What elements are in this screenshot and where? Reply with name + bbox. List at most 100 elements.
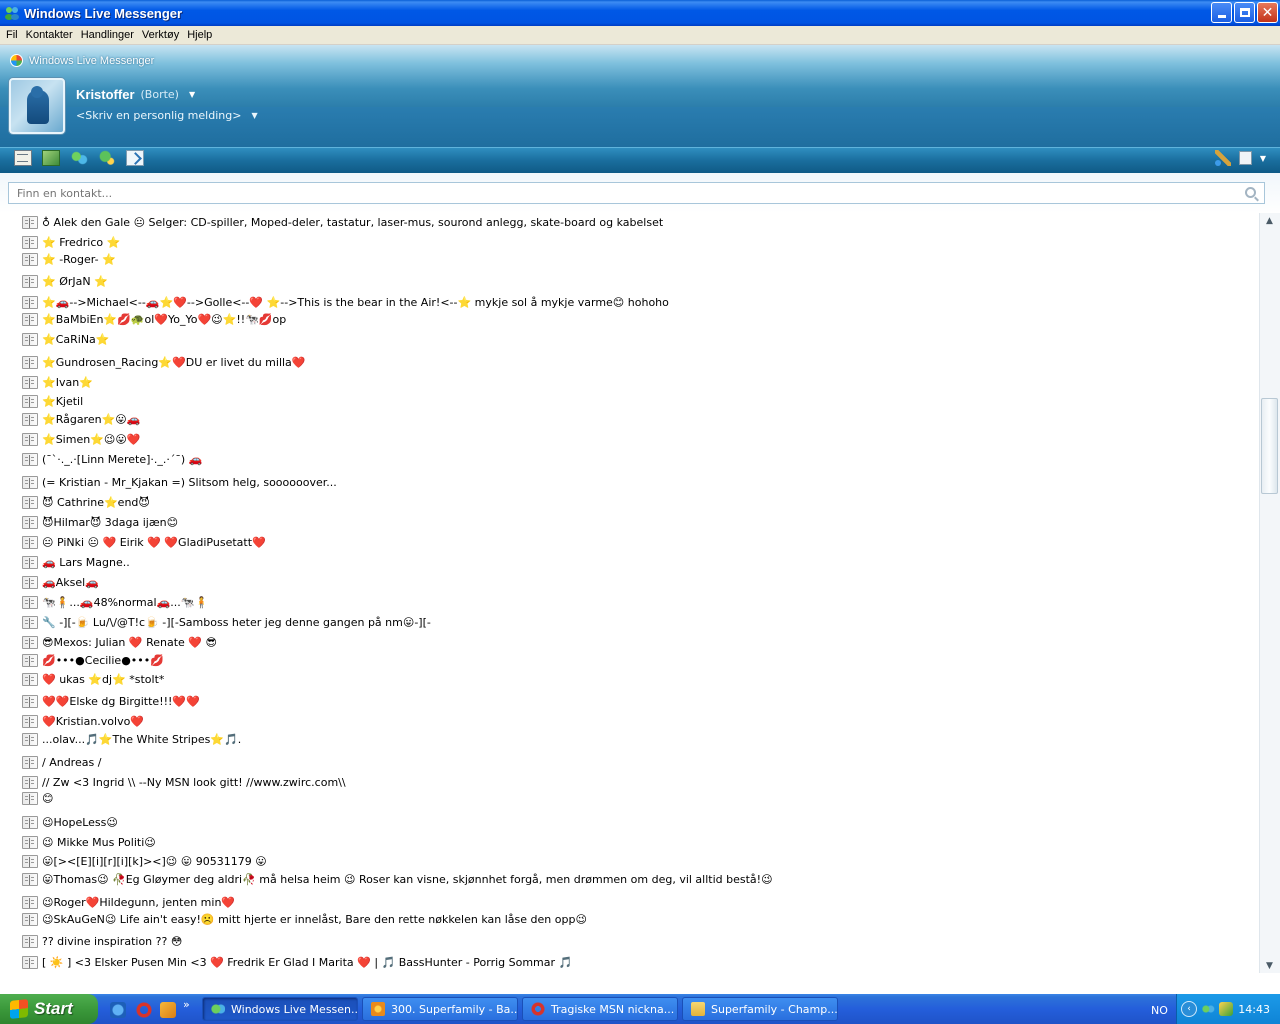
- mail-icon[interactable]: [14, 150, 32, 166]
- contact-name: (= Kristian - Mr_Kjakan =) Slitsom helg,…: [42, 476, 337, 489]
- close-button[interactable]: ✕: [1257, 2, 1278, 23]
- add-contact-icon[interactable]: [70, 150, 88, 166]
- menu-contacts[interactable]: Kontakter: [22, 29, 77, 41]
- contact-row[interactable]: 😛[><[E][i][r][i][k]><]😉 😛 90531179 😛: [22, 853, 267, 870]
- contact-row[interactable]: 😉 Mikke Mus Politi😉: [22, 834, 156, 851]
- contact-name: ❤️ ukas ⭐dj⭐ *stolt*: [42, 673, 165, 686]
- contact-row[interactable]: ❤️❤️Elske dg Birgitte!!!❤️❤️: [22, 693, 200, 710]
- contact-row[interactable]: 😉SkAuGeN😉 Life ain't easy!☹️ mitt hjerte…: [22, 911, 587, 928]
- contact-name: ⭐Ivan⭐: [42, 376, 93, 389]
- contact-status-icon: [22, 816, 38, 829]
- contact-row[interactable]: // Zw <3 Ingrid \\ --Ny MSN look gitt! /…: [22, 774, 346, 791]
- messenger-tray-icon[interactable]: [1201, 1002, 1215, 1016]
- contact-status-icon: [22, 836, 38, 849]
- games-icon[interactable]: [98, 150, 116, 166]
- contact-row[interactable]: ⭐🚗-->Michael<--🚗⭐❤️-->Golle<--❤️ ⭐-->Thi…: [22, 294, 669, 311]
- contact-row[interactable]: ⭐ ØrJaN ⭐: [22, 273, 108, 290]
- contact-row[interactable]: 🔧 -][-🍺 Lu/\/@T!c🍺 -][-Samboss heter jeg…: [22, 614, 431, 631]
- volume-tray-icon[interactable]: [1219, 1002, 1233, 1016]
- contact-status-icon: [22, 236, 38, 249]
- title-bar[interactable]: Windows Live Messenger ✕: [0, 0, 1280, 26]
- contact-row[interactable]: ❤️ ukas ⭐dj⭐ *stolt*: [22, 671, 164, 688]
- contact-row[interactable]: (= Kristian - Mr_Kjakan =) Slitsom helg,…: [22, 474, 337, 491]
- contact-row[interactable]: 😈 Cathrine⭐end😈: [22, 494, 150, 511]
- task-folder[interactable]: Superfamily - Champ...: [682, 997, 838, 1021]
- search-input[interactable]: [8, 182, 1265, 204]
- contact-row[interactable]: 😉HopeLess😉: [22, 814, 118, 831]
- search-icon[interactable]: [1245, 187, 1256, 198]
- contact-status-icon: [22, 596, 38, 609]
- contact-status-icon: [22, 476, 38, 489]
- contact-row[interactable]: ♁ Alek den Gale 😐 Selger: CD-spiller, Mo…: [22, 214, 663, 231]
- contact-row[interactable]: ⭐ -Roger- ⭐: [22, 251, 116, 268]
- user-name: Kristoffer: [76, 87, 135, 102]
- contact-row[interactable]: ❤️Kristian.volvo❤️: [22, 713, 144, 730]
- start-button[interactable]: Start: [0, 994, 98, 1024]
- main-menu-dropdown-icon[interactable]: ▼: [1260, 154, 1266, 163]
- customize-icon[interactable]: [1214, 150, 1231, 166]
- brand: Windows Live Messenger: [10, 54, 154, 67]
- main-menu-icon[interactable]: [1238, 151, 1252, 165]
- contact-row[interactable]: ⭐ Fredrico ⭐: [22, 234, 120, 251]
- contact-row[interactable]: 🚗Aksel🚗: [22, 574, 99, 591]
- contact-row[interactable]: 💋•••●Cecilie●•••💋: [22, 652, 164, 669]
- photos-icon[interactable]: [42, 150, 60, 166]
- contact-row[interactable]: 😎Mexos: Julian ❤️ Renate ❤️ 😎: [22, 634, 217, 651]
- contact-name: 😉HopeLess😉: [42, 816, 118, 829]
- toolbar-right: ▼: [1214, 150, 1266, 166]
- scrollbar[interactable]: [1259, 213, 1280, 973]
- contact-name: 😉Roger❤️Hildegunn, jenten min❤️: [42, 896, 236, 909]
- contact-name: [ ☀️ ] <3 Elsker Pusen Min <3 ❤️ Fredrik…: [42, 956, 573, 969]
- contact-row[interactable]: 🐄🧍...🚗48%normal🚗...🐄🧍: [22, 594, 208, 611]
- scroll-down-icon[interactable]: ▼: [1262, 960, 1277, 972]
- contact-row[interactable]: (¯`·._.·[Linn Merete]·._.·´¯) 🚗: [22, 451, 202, 468]
- scroll-up-icon[interactable]: ▲: [1262, 215, 1277, 227]
- maximize-button[interactable]: [1234, 2, 1255, 23]
- contact-row[interactable]: ⭐Ivan⭐: [22, 374, 93, 391]
- contact-row[interactable]: ?? divine inspiration ?? 😳: [22, 933, 182, 950]
- menu-help[interactable]: Hjelp: [183, 29, 216, 41]
- contact-row[interactable]: 😛Thomas😉 🥀Eg Gløymer deg aldri🥀 må helsa…: [22, 871, 773, 888]
- contact-row[interactable]: ⭐BaMbiEn⭐💋🐢ol❤️Yo_Yo❤️😉⭐!!🐄💋op: [22, 311, 286, 328]
- task-opera[interactable]: Tragiske MSN nickna...: [522, 997, 678, 1021]
- contact-row[interactable]: 😐 PiNki 😐 ❤️ Eirik ❤️ ❤️GladiPusetatt❤️: [22, 534, 266, 551]
- show-hidden-icons-icon[interactable]: ‹: [1181, 1001, 1197, 1017]
- contact-row[interactable]: 😉Roger❤️Hildegunn, jenten min❤️: [22, 894, 235, 911]
- profile-name[interactable]: Kristoffer (Borte) ▼: [76, 87, 195, 102]
- contact-status-icon: [22, 616, 38, 629]
- minimize-icon: [1217, 15, 1226, 18]
- personal-message-dropdown-icon[interactable]: ▼: [251, 111, 257, 120]
- quick-launch-more-icon[interactable]: »: [183, 998, 190, 1011]
- winamp-icon[interactable]: [160, 1002, 176, 1018]
- menu-tools[interactable]: Verktøy: [138, 29, 183, 41]
- contact-name: ⭐ Fredrico ⭐: [42, 236, 121, 249]
- contact-row[interactable]: ⭐Kjetil: [22, 393, 83, 410]
- contact-status-icon: [22, 356, 38, 369]
- contact-row[interactable]: ⭐CaRiNa⭐: [22, 331, 109, 348]
- internet-explorer-icon[interactable]: [110, 1002, 126, 1018]
- contact-row[interactable]: 😊: [22, 790, 53, 807]
- contact-row[interactable]: ...olav...🎵⭐The White Stripes⭐🎵.: [22, 731, 241, 748]
- contact-row[interactable]: [ ☀️ ] <3 Elsker Pusen Min <3 ❤️ Fredrik…: [22, 954, 572, 971]
- task-messenger[interactable]: Windows Live Messen...: [202, 997, 358, 1021]
- status-dropdown-icon[interactable]: ▼: [189, 90, 195, 99]
- task-label: Superfamily - Champ...: [711, 1002, 838, 1016]
- contact-status-icon: [22, 496, 38, 509]
- contact-status-icon: [22, 536, 38, 549]
- contact-row[interactable]: ⭐Rågaren⭐😛🚗: [22, 411, 140, 428]
- task-firefox[interactable]: 300. Superfamily - Ba...: [362, 997, 518, 1021]
- contact-row[interactable]: 😈Hilmar😈 3daga ijæn😊: [22, 514, 178, 531]
- minimize-button[interactable]: [1211, 2, 1232, 23]
- menu-actions[interactable]: Handlinger: [77, 29, 138, 41]
- contact-row[interactable]: ⭐Simen⭐😉😛❤️: [22, 431, 141, 448]
- opera-icon[interactable]: [136, 1002, 152, 1018]
- contact-row[interactable]: ⭐Gundrosen_Racing⭐❤️DU er livet du milla…: [22, 354, 306, 371]
- scrollbar-thumb[interactable]: [1261, 398, 1278, 494]
- contact-row[interactable]: / Andreas /: [22, 754, 101, 771]
- personal-message[interactable]: <Skriv en personlig melding> ▼: [76, 109, 258, 122]
- menu-file[interactable]: Fil: [2, 29, 22, 41]
- display-picture[interactable]: [9, 78, 65, 134]
- language-indicator[interactable]: NO: [1151, 1004, 1168, 1017]
- share-icon[interactable]: [126, 150, 144, 166]
- contact-row[interactable]: 🚗 Lars Magne..: [22, 554, 130, 571]
